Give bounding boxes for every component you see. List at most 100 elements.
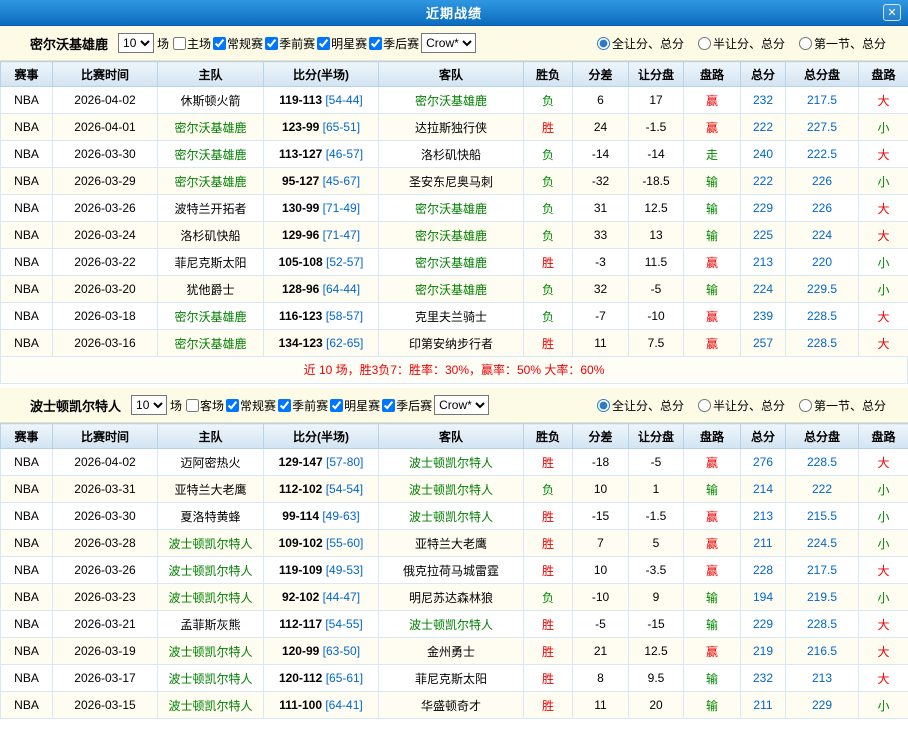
- filter-checkbox[interactable]: 明星赛: [330, 397, 380, 414]
- total-line-cell: 224.5: [786, 530, 859, 557]
- result-cell: 胜: [524, 330, 573, 357]
- score-cell: 113-127 [46-57]: [264, 141, 379, 168]
- ou-result-cell: 大: [859, 303, 908, 330]
- checkbox-label: 常规赛: [240, 397, 276, 414]
- games-count-select[interactable]: 10: [118, 33, 154, 53]
- filter-checkbox[interactable]: 季前赛: [278, 397, 328, 414]
- checkbox-input[interactable]: [173, 37, 186, 50]
- odds-type-radio[interactable]: 半让分、总分: [698, 397, 785, 414]
- score-cell: 129-147 [57-80]: [264, 449, 379, 476]
- checkbox-label: 季后赛: [383, 35, 419, 52]
- home-team-cell: 波士顿凯尔特人: [158, 530, 264, 557]
- ou-result-cell: 大: [859, 141, 908, 168]
- handicap-result-cell: 输: [684, 168, 741, 195]
- date-cell: 2026-03-17: [53, 665, 158, 692]
- odds-type-radio[interactable]: 第一节、总分: [799, 397, 886, 414]
- diff-cell: 7: [573, 530, 629, 557]
- ou-result-cell: 小: [859, 530, 908, 557]
- total-line-cell: 216.5: [786, 638, 859, 665]
- game-row: NBA2026-03-29密尔沃基雄鹿95-127 [45-67]圣安东尼奥马刺…: [1, 168, 908, 195]
- column-header: 比赛时间: [53, 424, 158, 449]
- half-score: [49-63]: [322, 509, 359, 523]
- bookmaker-select[interactable]: Crow*: [434, 395, 489, 415]
- total-cell: 211: [741, 692, 786, 719]
- column-header: 盘路: [859, 424, 908, 449]
- bookmaker-select[interactable]: Crow*: [421, 33, 476, 53]
- filter-checkbox[interactable]: 季后赛: [369, 35, 419, 52]
- full-score: 105-108: [279, 255, 323, 269]
- score-cell: 134-123 [62-65]: [264, 330, 379, 357]
- odds-type-radio[interactable]: 全让分、总分: [597, 397, 684, 414]
- result-cell: 胜: [524, 249, 573, 276]
- checkbox-input[interactable]: [186, 399, 199, 412]
- radio-input[interactable]: [597, 399, 610, 412]
- total-cell: 213: [741, 249, 786, 276]
- half-score: [54-54]: [326, 482, 363, 496]
- filter-checkbox[interactable]: 客场: [186, 397, 224, 414]
- checkbox-input[interactable]: [226, 399, 239, 412]
- away-team-cell: 密尔沃基雄鹿: [379, 195, 524, 222]
- date-cell: 2026-03-15: [53, 692, 158, 719]
- date-cell: 2026-03-20: [53, 276, 158, 303]
- filter-checkbox[interactable]: 常规赛: [213, 35, 263, 52]
- filter-checkbox[interactable]: 主场: [173, 35, 211, 52]
- checkbox-label: 常规赛: [227, 35, 263, 52]
- handicap-cell: 12.5: [629, 195, 684, 222]
- half-score: [55-60]: [326, 536, 363, 550]
- close-icon[interactable]: ✕: [883, 4, 901, 21]
- diff-cell: -3: [573, 249, 629, 276]
- checkbox-input[interactable]: [265, 37, 278, 50]
- ou-result-cell: 大: [859, 222, 908, 249]
- score-cell: 119-113 [54-44]: [264, 87, 379, 114]
- result-cell: 负: [524, 168, 573, 195]
- odds-type-radio[interactable]: 第一节、总分: [799, 35, 886, 52]
- games-unit-label: 场: [170, 397, 182, 414]
- radio-input[interactable]: [698, 37, 711, 50]
- full-score: 120-112: [279, 671, 322, 685]
- filter-checkbox[interactable]: 季前赛: [265, 35, 315, 52]
- handicap-result-cell: 赢: [684, 87, 741, 114]
- score-cell: 123-99 [65-51]: [264, 114, 379, 141]
- radio-input[interactable]: [597, 37, 610, 50]
- date-cell: 2026-03-22: [53, 249, 158, 276]
- games-count-select[interactable]: 10: [131, 395, 167, 415]
- handicap-result-cell: 赢: [684, 114, 741, 141]
- checkbox-input[interactable]: [278, 399, 291, 412]
- home-team-cell: 密尔沃基雄鹿: [158, 114, 264, 141]
- handicap-result-cell: 赢: [684, 249, 741, 276]
- ou-result-cell: 大: [859, 665, 908, 692]
- odds-type-radio[interactable]: 半让分、总分: [698, 35, 785, 52]
- radio-input[interactable]: [799, 399, 812, 412]
- league-cell: NBA: [1, 692, 53, 719]
- half-score: [49-53]: [326, 563, 363, 577]
- ou-result-cell: 大: [859, 87, 908, 114]
- checkbox-input[interactable]: [317, 37, 330, 50]
- game-row: NBA2026-04-01密尔沃基雄鹿123-99 [65-51]达拉斯独行侠胜…: [1, 114, 908, 141]
- checkbox-input[interactable]: [382, 399, 395, 412]
- odds-type-radio[interactable]: 全让分、总分: [597, 35, 684, 52]
- radio-input[interactable]: [799, 37, 812, 50]
- checkbox-input[interactable]: [330, 399, 343, 412]
- checkbox-input[interactable]: [213, 37, 226, 50]
- filter-checkbox[interactable]: 季后赛: [382, 397, 432, 414]
- half-score: [71-49]: [323, 201, 360, 215]
- full-score: 92-102: [282, 590, 319, 604]
- half-score: [64-41]: [325, 698, 362, 712]
- diff-cell: -32: [573, 168, 629, 195]
- header-row: 赛事比赛时间主队比分(半场)客队胜负分差让分盘盘路总分总分盘盘路: [1, 424, 908, 449]
- league-cell: NBA: [1, 222, 53, 249]
- total-line-cell: 228.5: [786, 611, 859, 638]
- total-line-cell: 224: [786, 222, 859, 249]
- handicap-result-cell: 赢: [684, 449, 741, 476]
- total-cell: 222: [741, 168, 786, 195]
- game-row: NBA2026-03-26波士顿凯尔特人119-109 [49-53]俄克拉荷马…: [1, 557, 908, 584]
- filter-checkbox[interactable]: 明星赛: [317, 35, 367, 52]
- total-cell: 211: [741, 530, 786, 557]
- game-row: NBA2026-03-21孟菲斯灰熊112-117 [54-55]波士顿凯尔特人…: [1, 611, 908, 638]
- filter-checkbox[interactable]: 常规赛: [226, 397, 276, 414]
- radio-label: 全让分、总分: [612, 397, 684, 414]
- diff-cell: -7: [573, 303, 629, 330]
- checkbox-input[interactable]: [369, 37, 382, 50]
- away-team-cell: 印第安纳步行者: [379, 330, 524, 357]
- radio-input[interactable]: [698, 399, 711, 412]
